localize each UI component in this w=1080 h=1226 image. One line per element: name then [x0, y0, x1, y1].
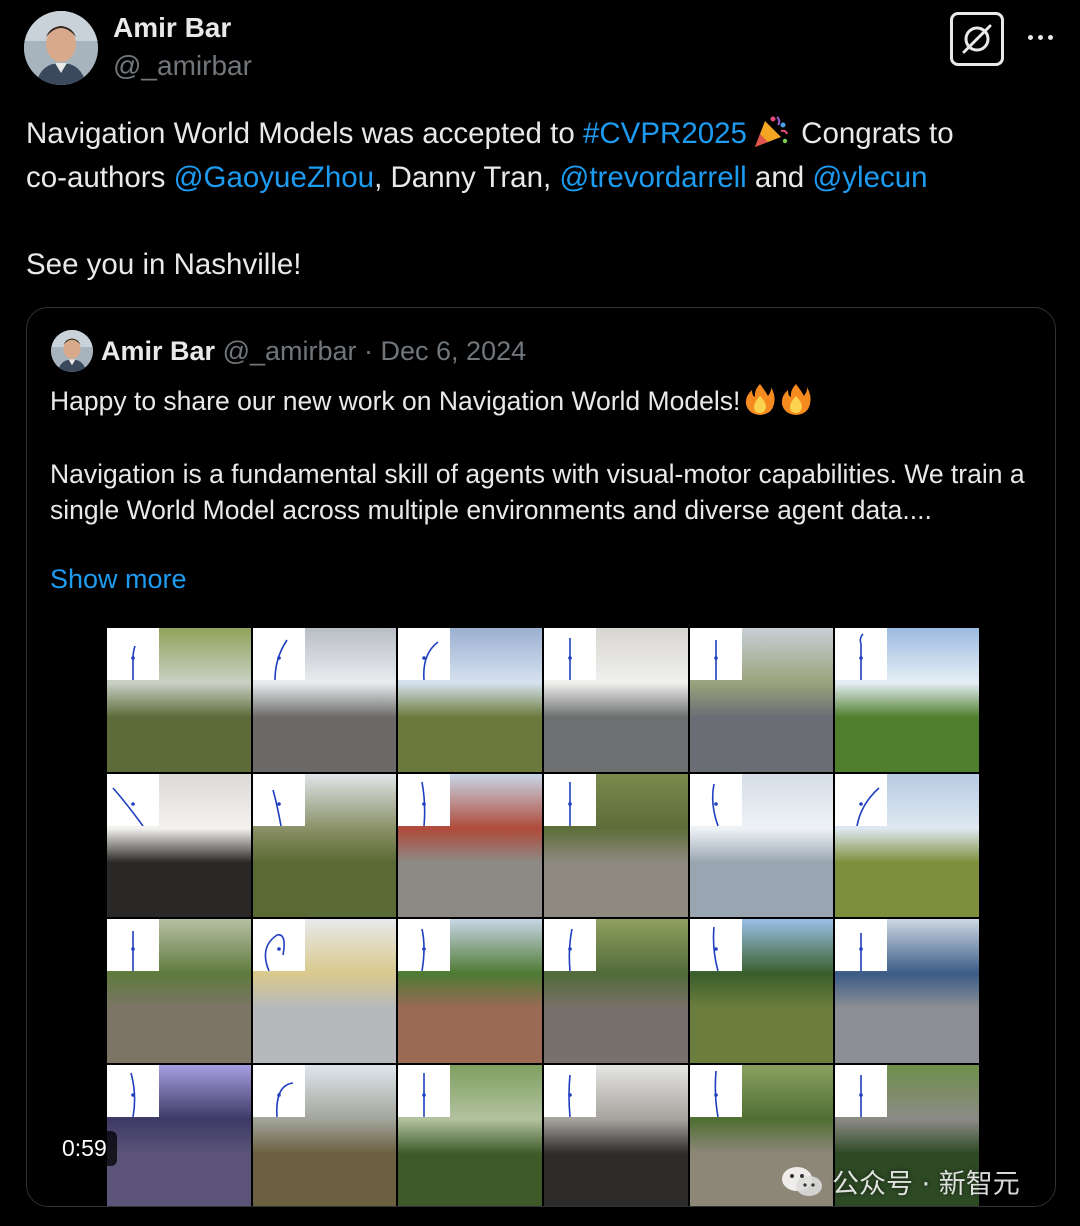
tweet-page: Amir Bar @_amirbar Navigation World Mode… — [0, 0, 1080, 1226]
mention-ylecun[interactable]: @ylecun — [812, 161, 927, 194]
video-frame — [544, 919, 688, 1063]
video-frame — [689, 773, 834, 917]
trajectory-inset — [544, 1064, 596, 1117]
video-frame — [835, 773, 979, 917]
quoted-tweet-card[interactable]: Amir Bar @_amirbar · Dec 6, 2024 Happy t… — [26, 307, 1056, 1207]
trajectory-inset — [835, 919, 888, 971]
video-frame — [544, 628, 688, 772]
video-frame — [252, 773, 397, 917]
video-frame — [107, 628, 251, 772]
trajectory-inset — [544, 628, 596, 680]
trajectory-inset — [544, 919, 596, 971]
trajectory-inset — [252, 628, 305, 680]
tweet-text: Navigation World Models was accepted to … — [26, 112, 1056, 287]
video-frame — [689, 628, 834, 772]
wechat-icon — [782, 1166, 822, 1196]
video-frame — [107, 1064, 251, 1206]
trajectory-inset — [835, 1064, 888, 1117]
mention-trevordarrell[interactable]: @trevordarrell — [559, 161, 746, 194]
video-player[interactable] — [27, 628, 1055, 1206]
grok-button[interactable] — [950, 12, 1004, 66]
video-frame — [252, 919, 397, 1063]
video-frame — [398, 773, 542, 917]
trajectory-inset — [107, 773, 159, 826]
video-frame — [398, 1064, 542, 1206]
trajectory-inset — [689, 628, 742, 680]
video-frame — [398, 628, 542, 772]
trajectory-inset — [689, 1064, 742, 1117]
quoted-author-avatar[interactable] — [51, 330, 93, 372]
trajectory-inset — [252, 773, 305, 826]
trajectory-inset — [398, 919, 451, 971]
show-more-link[interactable]: Show more — [50, 564, 187, 595]
hashtag-link[interactable]: #CVPR2025 — [583, 117, 747, 150]
video-frame — [544, 773, 688, 917]
quoted-author-name[interactable]: Amir Bar — [101, 336, 215, 366]
video-frame — [835, 628, 979, 772]
party-popper-icon — [754, 116, 788, 147]
author-handle[interactable]: @_amirbar — [113, 50, 252, 82]
fire-icon — [782, 384, 811, 415]
trajectory-inset — [107, 919, 159, 971]
trajectory-inset — [689, 919, 742, 971]
video-frame — [107, 773, 251, 917]
video-frame — [107, 919, 251, 1063]
trajectory-inset — [107, 1064, 159, 1117]
video-frame — [544, 1064, 688, 1206]
quoted-tweet-text: Happy to share our new work on Navigatio… — [50, 382, 1035, 529]
mention-gaoyuezhou[interactable]: @GaoyueZhou — [174, 161, 375, 194]
trajectory-inset — [835, 628, 888, 680]
quoted-tweet-body: Navigation is a fundamental skill of age… — [50, 458, 1025, 526]
quoted-tweet-date[interactable]: Dec 6, 2024 — [381, 336, 527, 366]
trajectory-inset — [689, 773, 742, 826]
grok-icon — [962, 24, 992, 54]
video-frame-grid — [107, 628, 979, 1206]
trajectory-inset — [252, 919, 305, 971]
trajectory-inset — [398, 773, 451, 826]
trajectory-inset — [544, 773, 596, 826]
more-options-icon — [1027, 34, 1033, 40]
trajectory-inset — [398, 1064, 451, 1117]
author-name[interactable]: Amir Bar — [113, 12, 231, 44]
video-frame — [252, 1064, 397, 1206]
fire-icon — [746, 384, 775, 415]
video-duration-badge: 0:59 — [52, 1131, 117, 1166]
video-frame — [398, 919, 542, 1063]
trajectory-inset — [835, 773, 888, 826]
trajectory-inset — [252, 1064, 305, 1117]
trajectory-inset — [398, 628, 451, 680]
quoted-tweet-header: Amir Bar @_amirbar · Dec 6, 2024 — [101, 336, 527, 366]
video-frame — [252, 628, 397, 772]
watermark: 公众号 · 新智元 — [780, 1162, 1020, 1201]
quoted-author-handle[interactable]: @_amirbar — [223, 336, 357, 366]
trajectory-inset — [107, 628, 159, 680]
tweet-closing-line: See you in Nashville! — [26, 248, 302, 281]
video-frame — [835, 919, 979, 1063]
author-avatar[interactable] — [24, 11, 98, 85]
video-frame — [689, 919, 834, 1063]
more-options-button[interactable] — [1022, 22, 1058, 52]
